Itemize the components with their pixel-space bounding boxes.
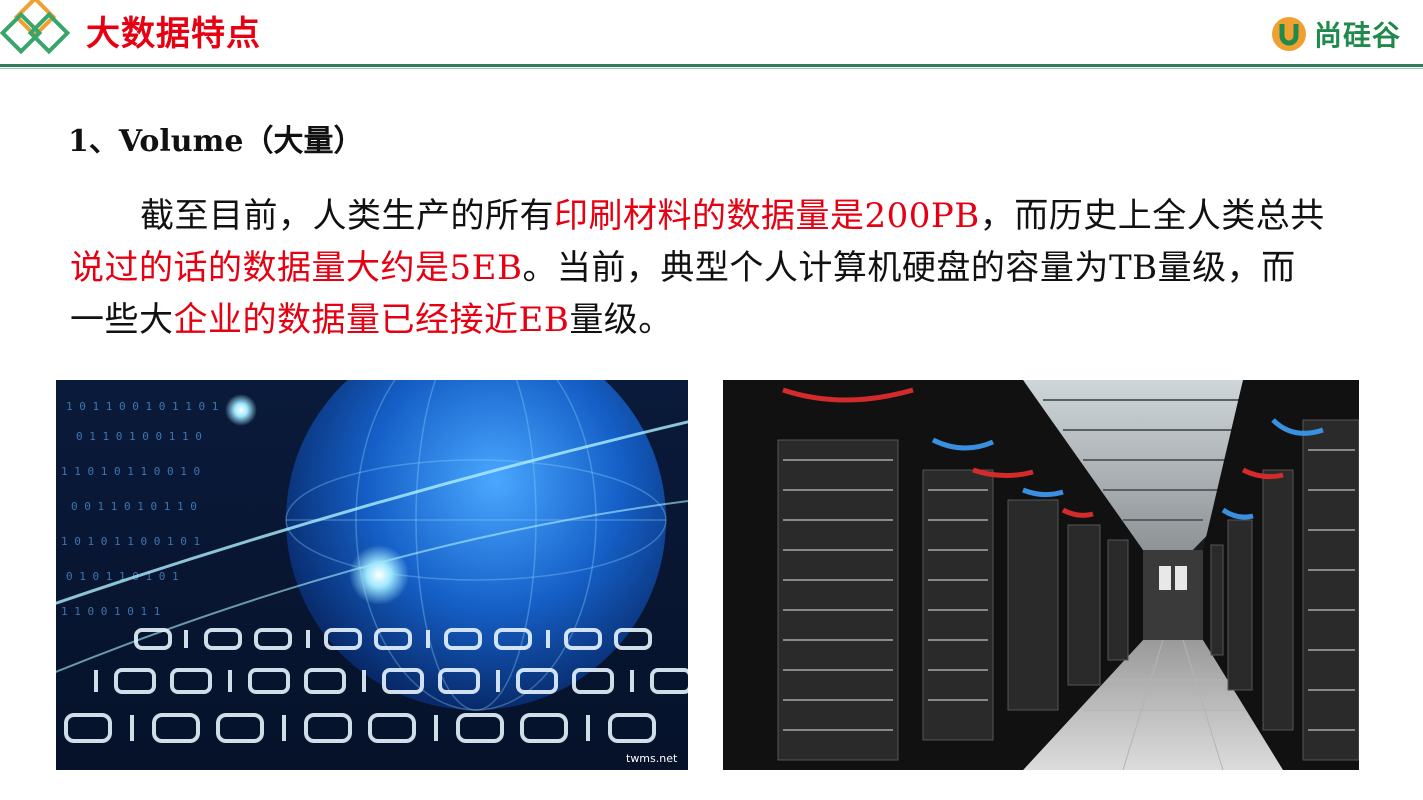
text-run: 量级。 bbox=[569, 300, 673, 340]
header-divider-thin bbox=[0, 68, 1423, 69]
svg-text:1 1 0 0 1 0 1 1: 1 1 0 0 1 0 1 1 bbox=[61, 605, 160, 618]
highlight-text: 企业的数据量已经接近 bbox=[173, 300, 519, 340]
header-divider bbox=[0, 64, 1423, 67]
diamond-logo-icon bbox=[0, 0, 71, 55]
text-run: 截至目前，人类生产的所有 bbox=[140, 196, 554, 236]
text-run: 量级，而 bbox=[1157, 248, 1296, 288]
highlight-number: 5EB bbox=[449, 248, 523, 288]
svg-text:1 0 1 0 1 1 0 0 1 0 1: 1 0 1 0 1 1 0 0 1 0 1 bbox=[61, 535, 200, 548]
brand-u-icon bbox=[1271, 17, 1306, 51]
brand-name: 尚硅谷 bbox=[1313, 19, 1401, 52]
highlight-number: EB bbox=[518, 300, 570, 340]
highlight-number: 200PB bbox=[864, 196, 980, 236]
text-run: ，而历史上全人类总共 bbox=[979, 196, 1325, 236]
svg-text:1 0 1 1 0 0 1 0 1 1 0 1: 1 0 1 1 0 0 1 0 1 1 0 1 bbox=[66, 400, 218, 413]
digital-globe-binary-image: 1 0 1 1 0 0 1 0 1 1 0 1 0 1 1 0 1 0 0 1 … bbox=[56, 380, 688, 770]
section-heading: 1、Volume（大量） bbox=[68, 124, 364, 159]
svg-text:0 1 1 0 1 0 0 1 1 0: 0 1 1 0 1 0 0 1 1 0 bbox=[76, 430, 202, 443]
highlight-text: 说过的话的数据量大约是 bbox=[70, 248, 450, 288]
svg-text:1 1 0 1 0 1 1 0 0 1 0: 1 1 0 1 0 1 1 0 0 1 0 bbox=[61, 465, 200, 478]
body-paragraph: 截至目前，人类生产的所有印刷材料的数据量是200PB，而历史上全人类总共 说过的… bbox=[70, 190, 1360, 346]
svg-text:0 0 1 1 0 1 0 1 1 0: 0 0 1 1 0 1 0 1 1 0 bbox=[71, 500, 197, 513]
brand-logo: 尚硅谷 bbox=[1270, 14, 1401, 54]
image-caption: twms.net bbox=[626, 752, 678, 765]
server-room-racks-image bbox=[723, 380, 1359, 770]
page-title: 大数据特点 bbox=[86, 14, 261, 54]
text-run: 。当前，典型个人计算机硬盘的容量为 bbox=[522, 248, 1109, 288]
text-run: TB bbox=[1108, 248, 1158, 288]
slide-header: 大数据特点 尚硅谷 bbox=[0, 0, 1423, 70]
text-run: 一些大 bbox=[70, 300, 174, 340]
highlight-text: 印刷材料的数据量是 bbox=[554, 196, 865, 236]
